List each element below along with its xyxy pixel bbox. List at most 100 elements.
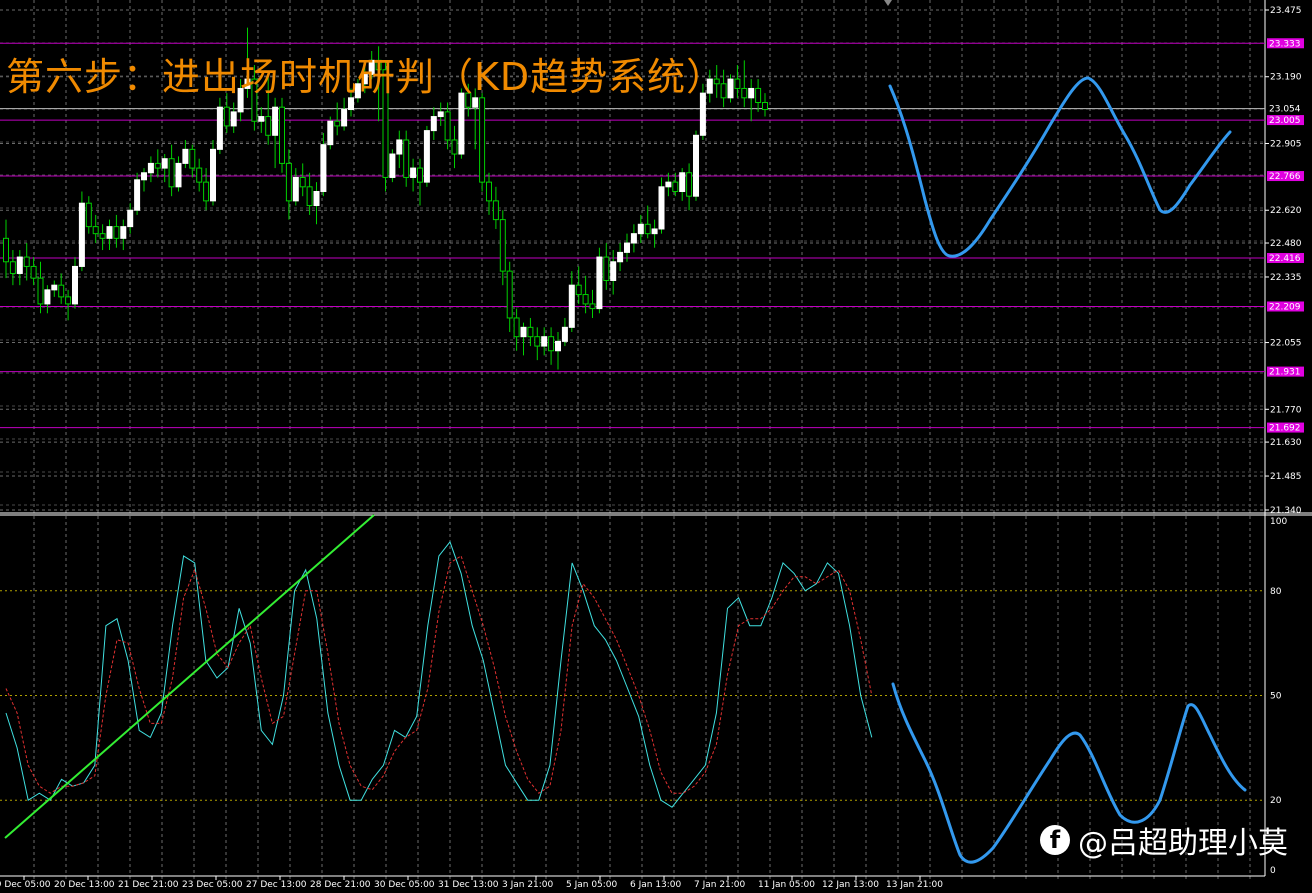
- candle-body: [51, 284, 58, 291]
- candle-body: [99, 233, 106, 239]
- candle-body: [182, 148, 189, 164]
- candle-body: [72, 265, 78, 305]
- candle: [78, 191, 85, 272]
- candle-body: [430, 116, 437, 132]
- candle-body: [154, 162, 161, 169]
- overlay-title: 第六步：进出场时机研判（KD趋势系统）: [6, 55, 726, 99]
- candle-body: [134, 179, 141, 211]
- watermark-text: @吕超助理小莫: [1078, 826, 1288, 861]
- candle-body: [561, 326, 568, 342]
- candle-body: [306, 186, 313, 207]
- date-tick-label: 30 Dec 05:00: [374, 880, 435, 890]
- candle-body: [734, 78, 741, 89]
- candle-body: [458, 92, 465, 155]
- date-tick-label: 7 Jan 21:00: [694, 880, 746, 890]
- candle-body: [92, 226, 99, 235]
- price-tick-label: 23.190: [1270, 73, 1302, 83]
- price-tick-label: 21.485: [1270, 472, 1302, 482]
- price-tick-label: 21.340: [1270, 506, 1302, 516]
- level-label: 21.692: [1269, 424, 1301, 434]
- candle-body: [596, 256, 603, 310]
- candle-body: [624, 242, 630, 253]
- date-tick-label: 13 Jan 21:00: [886, 880, 943, 890]
- candle: [389, 149, 396, 183]
- candle-body: [727, 78, 734, 99]
- candle-body: [762, 102, 768, 111]
- date-tick-label: 12 Jan 13:00: [822, 880, 879, 890]
- candle-body: [423, 130, 430, 183]
- candle-body: [85, 202, 92, 228]
- facebook-icon: f: [1040, 825, 1070, 855]
- candle-body: [396, 139, 403, 155]
- candle-body: [113, 226, 120, 239]
- level-label: 21.931: [1269, 368, 1301, 378]
- candle-body: [285, 162, 292, 202]
- level-label: 22.209: [1269, 302, 1301, 312]
- date-tick-label: 20 Dec 13:00: [54, 880, 115, 890]
- candle-body: [210, 148, 216, 202]
- chart-background: [0, 0, 1312, 893]
- candle-body: [672, 181, 679, 192]
- candle: [423, 125, 430, 187]
- candle-body: [258, 116, 265, 122]
- candle-body: [582, 294, 589, 305]
- candle-body: [534, 336, 541, 347]
- stoch-tick-label: 20: [1270, 796, 1282, 806]
- candle-body: [520, 326, 527, 338]
- candle-body: [16, 256, 23, 274]
- candle-body: [479, 97, 486, 183]
- candle-body: [44, 289, 51, 305]
- candle: [479, 93, 486, 192]
- level-label: 23.005: [1269, 116, 1301, 126]
- trading-chart[interactable]: 23.475 23.190 22.905 22.620 22.480 22.335 22.0…: [0, 0, 1312, 893]
- candle-body: [492, 200, 499, 221]
- candle: [693, 130, 699, 201]
- candle-body: [527, 326, 534, 338]
- candle-body: [334, 120, 341, 127]
- price-tick-label: 22.335: [1270, 273, 1302, 283]
- candle-body: [216, 106, 223, 150]
- candle-body: [272, 106, 279, 136]
- candle-body: [292, 176, 299, 202]
- candle-body: [161, 158, 168, 169]
- date-tick-label: 23 Dec 05:00: [182, 880, 243, 890]
- price-tick-label: 22.905: [1270, 139, 1302, 149]
- candle-body: [451, 139, 458, 155]
- candle-body: [313, 190, 320, 207]
- candle-body: [403, 139, 410, 178]
- candle-body: [37, 277, 44, 305]
- candle-body: [444, 111, 451, 141]
- candle-body: [23, 256, 30, 267]
- candle: [210, 139, 216, 206]
- candle: [327, 116, 334, 150]
- date-tick-label: 21 Dec 21:00: [118, 880, 179, 890]
- candle-body: [630, 233, 637, 244]
- candle: [727, 74, 734, 103]
- candle-body: [741, 87, 748, 99]
- candle-body: [610, 261, 617, 281]
- candle-body: [78, 202, 85, 267]
- date-tick-label: 5 Jan 05:00: [566, 880, 618, 890]
- candle-body: [30, 265, 37, 279]
- watermark: f @吕超助理小莫: [1040, 818, 1288, 862]
- candle-body: [265, 116, 272, 136]
- candle-body: [127, 209, 134, 228]
- stoch-tick-label: 50: [1270, 692, 1282, 702]
- level-label: 23.333: [1269, 39, 1301, 49]
- candle-body: [541, 336, 548, 347]
- date-tick-label: 28 Dec 21:00: [310, 880, 371, 890]
- candle-body: [120, 226, 127, 239]
- candle-body: [486, 181, 492, 202]
- candle-body: [175, 162, 182, 188]
- candle-body: [417, 167, 423, 183]
- stoch-tick-label: 100: [1270, 517, 1287, 527]
- date-tick-label: 11 Jan 05:00: [758, 880, 815, 890]
- candle-body: [279, 106, 285, 164]
- candle-body: [693, 134, 699, 197]
- candle: [596, 247, 603, 314]
- date-tick-label: 19 Dec 05:00: [0, 880, 51, 890]
- current-price-label: 23.054: [1269, 105, 1301, 115]
- candle-body: [679, 172, 686, 192]
- candle-body: [548, 336, 555, 352]
- price-tick-label: 23.475: [1270, 6, 1302, 16]
